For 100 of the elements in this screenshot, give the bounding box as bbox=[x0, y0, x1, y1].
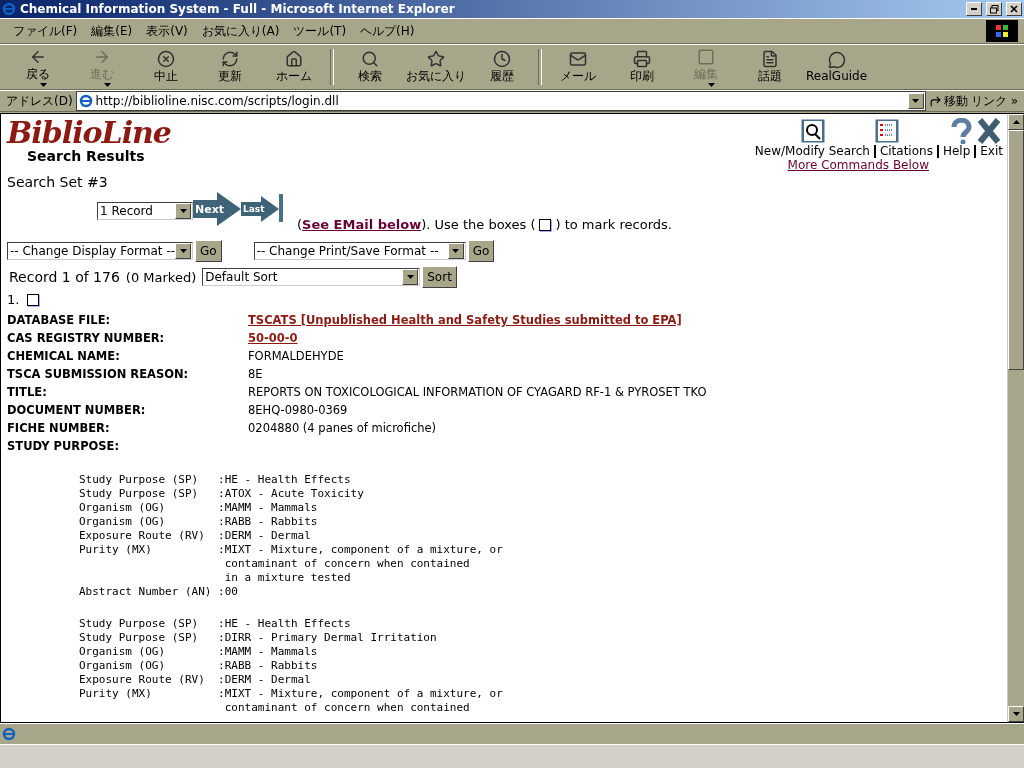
menu-item[interactable]: 編集(E) bbox=[84, 20, 140, 42]
command-link[interactable]: New/Modify Search bbox=[754, 144, 870, 158]
caret-icon bbox=[39, 82, 47, 87]
search-icon bbox=[361, 49, 379, 68]
study-detail-line: Abstract Number (AN) :00 bbox=[79, 585, 239, 599]
list-icon[interactable] bbox=[875, 119, 899, 143]
toolbar-button[interactable]: 更新 bbox=[198, 46, 262, 88]
document-icon bbox=[761, 49, 779, 68]
caret-icon bbox=[1012, 120, 1020, 124]
address-field[interactable]: http://biblioline.nisc.com/scripts/login.dll bbox=[75, 91, 926, 111]
refresh-icon bbox=[221, 49, 239, 68]
sort-select[interactable]: Default Sort bbox=[202, 268, 421, 286]
instruction-text: ). Use the boxes ( bbox=[421, 217, 536, 232]
sort-button[interactable]: Sort bbox=[422, 266, 457, 288]
command-link[interactable]: Exit bbox=[980, 144, 1003, 158]
record-number: 1. bbox=[7, 292, 20, 307]
study-detail-line: Purity (MX) :MIXT - Mixture, component of a mixture, or bbox=[79, 543, 504, 557]
toolbar-button[interactable]: 戻る bbox=[6, 46, 70, 88]
go-button[interactable]: Go bbox=[467, 240, 495, 262]
links-button[interactable]: リンク » bbox=[970, 92, 1018, 110]
field-link[interactable]: 50-00-0 bbox=[248, 331, 1003, 345]
toolbar-button[interactable]: メール bbox=[546, 46, 610, 88]
speech-bubble-icon bbox=[827, 51, 846, 69]
caret-icon bbox=[103, 82, 111, 87]
field-value: 0204880 (4 panes of microfiche) bbox=[248, 421, 438, 435]
printer-icon bbox=[633, 49, 651, 68]
menu-item[interactable]: ファイル(F) bbox=[6, 20, 85, 42]
study-detail-line: Purity (MX) :MIXT - Mixture, component of a mixture, or bbox=[79, 687, 504, 701]
browser-icon bbox=[2, 727, 16, 741]
field-label: FICHE NUMBER: bbox=[7, 421, 111, 435]
display-format-select[interactable]: -- Change Display Format -- bbox=[7, 242, 193, 260]
restore-icon bbox=[989, 4, 999, 14]
field-value: 8EHQ-0980-0369 bbox=[248, 403, 349, 417]
print-format-select[interactable]: -- Change Print/Save Format -- bbox=[253, 242, 466, 260]
caret-icon bbox=[707, 82, 715, 87]
caret-icon bbox=[912, 99, 920, 103]
caret-icon bbox=[1012, 712, 1020, 716]
caret-icon bbox=[179, 249, 187, 253]
minimize-icon bbox=[971, 8, 977, 10]
field-value: REPORTS ON TOXICOLOGICAL INFORMATION OF CYAGARD RF-1 & PYROSET TKO bbox=[248, 385, 708, 399]
study-detail-line: Exposure Route (RV) :DERM - Dermal bbox=[79, 673, 312, 687]
menu-item[interactable]: ヘルプ(H) bbox=[353, 20, 422, 42]
stop-icon bbox=[157, 49, 175, 68]
command-link[interactable]: Help bbox=[942, 144, 971, 158]
field-link[interactable]: TSCATS [Unpublished Health and Safety Studies submitted to EPA] bbox=[248, 313, 1003, 327]
scroll-down-button[interactable] bbox=[1008, 706, 1024, 722]
field-label: DATABASE FILE: bbox=[7, 313, 112, 327]
toolbar-button[interactable]: 中止 bbox=[134, 46, 198, 88]
caret-icon bbox=[179, 209, 187, 213]
address-label: アドレス(D) bbox=[6, 92, 73, 110]
study-detail-line: Organism (OG) :RABB - Rabbits bbox=[79, 515, 319, 529]
instruction-text: ) to mark records. bbox=[555, 217, 672, 232]
site-logo: BiblioLine bbox=[7, 118, 171, 148]
toolbar-button[interactable]: 印刷 bbox=[610, 46, 674, 88]
menu-item[interactable]: 表示(V) bbox=[139, 20, 195, 42]
toolbar-button[interactable]: RealGuide bbox=[802, 46, 872, 88]
caret-icon bbox=[406, 275, 414, 279]
toolbar-button[interactable]: 履歴 bbox=[470, 46, 534, 88]
menu-item[interactable]: お気に入り(A) bbox=[194, 20, 287, 42]
field-value: 8E bbox=[248, 367, 264, 381]
study-detail-line: Study Purpose (SP) :DIRR - Primary Dermal Irritation bbox=[79, 631, 438, 645]
toolbar-button[interactable]: お気に入り bbox=[402, 46, 470, 88]
field-label: STUDY PURPOSE: bbox=[7, 439, 121, 453]
record-count: Record 1 of 176 bbox=[9, 269, 120, 285]
exit-icon[interactable] bbox=[977, 118, 1001, 144]
study-detail-line: Study Purpose (SP) :HE - Health Effects bbox=[79, 473, 352, 487]
restore-button[interactable] bbox=[986, 2, 1002, 16]
field-label: TITLE: bbox=[7, 385, 48, 399]
mail-icon bbox=[569, 49, 587, 68]
go-button[interactable]: 移動 bbox=[928, 92, 968, 110]
toolbar-button[interactable]: 検索 bbox=[338, 46, 402, 88]
field-value: FORMALDEHYDE bbox=[248, 349, 345, 363]
study-detail-line: Organism (OG) :MAMM - Mammals bbox=[79, 501, 319, 515]
toolbar-button[interactable]: 話題 bbox=[738, 46, 802, 88]
record-select[interactable]: 1 Record bbox=[97, 202, 193, 220]
instruction-text: ( bbox=[297, 217, 303, 232]
clock-icon bbox=[493, 49, 511, 68]
more-commands-link[interactable]: More Commands Below bbox=[787, 158, 929, 172]
caret-icon bbox=[452, 249, 460, 253]
command-link[interactable]: Citations bbox=[879, 144, 933, 158]
help-icon[interactable] bbox=[949, 118, 973, 144]
close-button[interactable] bbox=[1006, 2, 1022, 16]
menu-item[interactable]: ツール(T) bbox=[286, 20, 354, 42]
email-link[interactable]: See EMail below bbox=[302, 217, 422, 232]
minimize-button[interactable] bbox=[966, 2, 982, 16]
field-label: TSCA SUBMISSION REASON: bbox=[7, 367, 190, 381]
scroll-up-button[interactable] bbox=[1008, 114, 1024, 130]
checkbox-sample-icon bbox=[539, 218, 552, 231]
go-button[interactable]: Go bbox=[195, 240, 222, 262]
last-button[interactable]: Last bbox=[241, 196, 279, 222]
record-checkbox[interactable] bbox=[27, 293, 40, 306]
go-arrow-icon bbox=[928, 94, 942, 108]
study-detail-line: Organism (OG) :RABB - Rabbits bbox=[79, 659, 319, 673]
home-icon bbox=[285, 49, 303, 68]
next-button[interactable]: Next bbox=[193, 192, 241, 226]
study-detail-line: in a mixture tested bbox=[223, 571, 352, 585]
scrollbar-thumb[interactable] bbox=[1008, 130, 1024, 370]
magnifier-icon[interactable] bbox=[801, 119, 825, 143]
toolbar-button[interactable]: ホーム bbox=[262, 46, 326, 88]
browser-icon bbox=[2, 2, 16, 16]
